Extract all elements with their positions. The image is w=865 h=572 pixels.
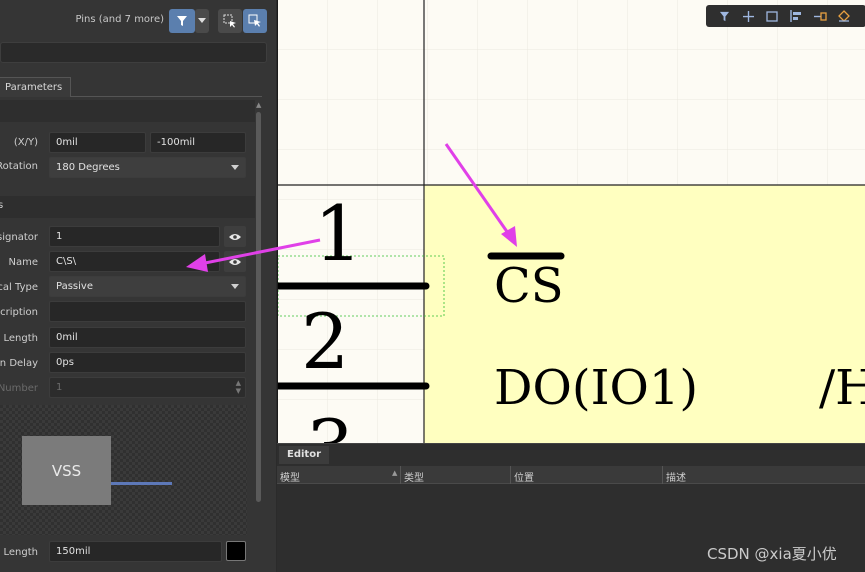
electrical-type-select[interactable]: Passive xyxy=(49,276,246,297)
location-y-input[interactable]: -100mil xyxy=(150,132,246,153)
pin-number-1: 1 xyxy=(314,189,363,278)
section-label: s xyxy=(0,200,4,211)
scroll-up-icon[interactable]: ▲ xyxy=(256,101,261,109)
chevron-down-icon xyxy=(198,18,206,23)
filter-tool-button[interactable] xyxy=(712,5,736,27)
part-number-value: 1 xyxy=(56,382,63,393)
name-length-input[interactable]: 150mil xyxy=(49,541,222,562)
properties-panel: Pins (and 7 more) Parameters ▲ (X/Y) 0mi… xyxy=(0,0,276,572)
funnel-icon xyxy=(177,16,187,26)
rotation-value: 180 Degrees xyxy=(56,162,120,173)
column-divider xyxy=(510,466,511,484)
select-inside-button[interactable] xyxy=(218,9,242,33)
crosshair-icon xyxy=(742,10,754,22)
description-input[interactable] xyxy=(49,301,246,322)
editor-table-header: 模型 ▲ 类型 位置 描述 xyxy=(277,466,865,484)
rotation-label: Rotation xyxy=(0,161,38,172)
column-divider xyxy=(400,466,401,484)
pin-icon xyxy=(813,11,827,21)
pin-name-hold: /H xyxy=(819,360,865,416)
eye-icon xyxy=(229,258,241,265)
tab-parameters[interactable]: Parameters xyxy=(0,77,72,97)
column-header-location[interactable]: 位置 xyxy=(514,469,534,484)
location-x-input[interactable]: 0mil xyxy=(49,132,146,153)
designator-label: esignator xyxy=(0,232,38,243)
name-input[interactable]: C\S\ xyxy=(49,251,220,272)
filter-bar: Pins (and 7 more) xyxy=(0,0,276,40)
description-label: scription xyxy=(0,307,38,318)
pin-color-swatch[interactable] xyxy=(226,541,246,561)
part-number-stepper: 1 ▲ ▼ xyxy=(49,377,246,398)
preview-component-body: VSS xyxy=(22,436,111,505)
selection-rect-icon xyxy=(766,10,778,22)
column-header-model[interactable]: 模型 xyxy=(280,469,300,484)
preview-label: VSS xyxy=(51,461,82,480)
name-length-label: n Length xyxy=(0,547,38,558)
eye-icon xyxy=(229,233,241,240)
place-pin-button[interactable] xyxy=(808,5,832,27)
select-tool-button[interactable] xyxy=(760,5,784,27)
place-shape-button[interactable] xyxy=(832,5,856,27)
propagation-delay-label: on Delay xyxy=(0,358,38,369)
sort-up-icon[interactable]: ▲ xyxy=(392,469,397,477)
pin-number-3: 3 xyxy=(306,410,354,444)
name-label: Name xyxy=(8,257,38,268)
propagation-delay-input[interactable]: 0ps xyxy=(49,352,246,373)
panel-scrollbar[interactable] xyxy=(256,112,261,502)
preview-pin-line xyxy=(111,482,172,485)
align-tool-button[interactable] xyxy=(784,5,808,27)
location-label: (X/Y) xyxy=(13,137,38,148)
column-header-type[interactable]: 类型 xyxy=(404,469,424,484)
properties-section-header[interactable]: s xyxy=(0,196,255,218)
rotation-select[interactable]: 180 Degrees xyxy=(49,157,246,178)
active-bar xyxy=(706,5,865,27)
filter-label: Pins (and 7 more) xyxy=(75,14,164,25)
filter-button[interactable] xyxy=(169,9,195,33)
search-input[interactable] xyxy=(0,42,267,63)
part-number-label: Number xyxy=(0,383,38,394)
tab-editor[interactable]: Editor xyxy=(279,446,329,464)
filter-dropdown-button[interactable] xyxy=(195,9,209,33)
pin-length-label: e Length xyxy=(0,333,38,344)
cursor-select-icon xyxy=(248,14,261,27)
select-touching-button[interactable] xyxy=(243,9,267,33)
stepper-up-icon: ▲ xyxy=(235,379,241,387)
chevron-down-icon xyxy=(231,165,239,170)
select-area-icon xyxy=(223,14,236,28)
designator-visibility-button[interactable] xyxy=(224,226,246,247)
pin-preview: VSS xyxy=(0,405,247,535)
location-section-header[interactable] xyxy=(0,100,255,122)
pin-number-2: 2 xyxy=(301,297,350,386)
watermark: CSDN @xia夏小优 xyxy=(707,545,837,563)
pin-name-do: DO(IO1) xyxy=(494,360,699,416)
shape-icon xyxy=(838,10,850,22)
move-tool-button[interactable] xyxy=(736,5,760,27)
panel-tabs: Parameters xyxy=(0,77,262,97)
funnel-icon xyxy=(719,11,729,21)
align-icon xyxy=(790,10,801,22)
stepper-down-icon: ▼ xyxy=(235,387,241,395)
chevron-down-icon xyxy=(231,284,239,289)
pin-length-input[interactable]: 0mil xyxy=(49,327,246,348)
pin-name-cs: CS xyxy=(494,258,564,314)
electrical-type-label: ical Type xyxy=(0,282,38,293)
column-divider xyxy=(662,466,663,484)
schematic-canvas[interactable]: 1 2 3 CS DO(IO1) /H xyxy=(277,0,865,443)
designator-input[interactable]: 1 xyxy=(49,226,220,247)
electrical-type-value: Passive xyxy=(56,281,93,292)
name-visibility-button[interactable] xyxy=(224,251,246,272)
column-header-description[interactable]: 描述 xyxy=(666,469,686,484)
